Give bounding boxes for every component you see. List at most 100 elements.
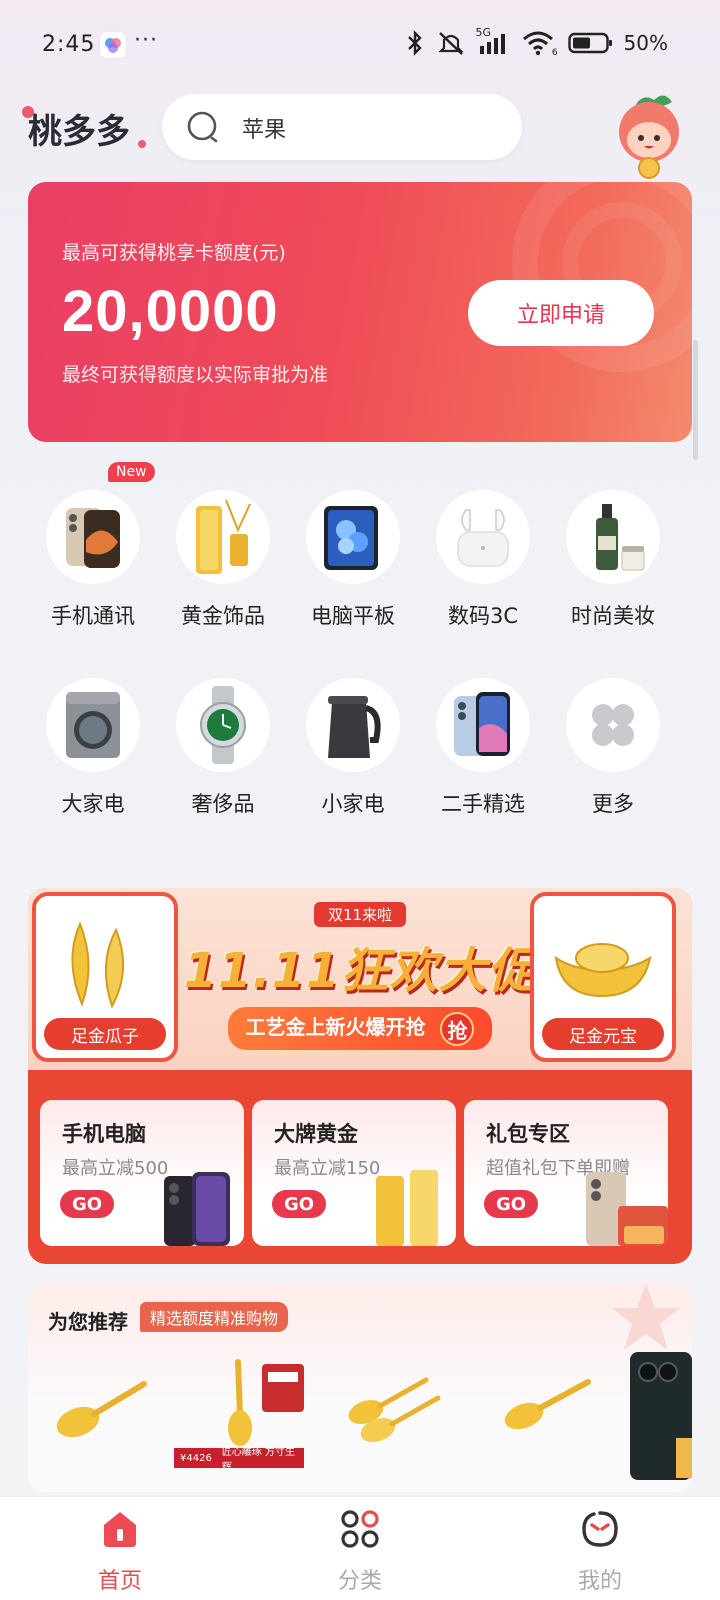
- promo-title-block: 双11来啦 11.11狂欢大促 工艺金上新火爆开抢 抢: [178, 902, 542, 1062]
- promo-subtitle-text: 工艺金上新火爆开抢: [245, 1015, 426, 1039]
- category-more[interactable]: 更多: [548, 678, 678, 818]
- deal-card-gifts[interactable]: 礼包专区 超值礼包下单即赠 GO: [464, 1100, 668, 1246]
- double-11-promo: 双11来啦 11.11狂欢大促 工艺金上新火爆开抢 抢 足金瓜子 足金元宝 手机…: [28, 888, 692, 1264]
- gold-seed-product[interactable]: 足金瓜子: [32, 892, 178, 1062]
- category-beauty[interactable]: 时尚美妆: [548, 490, 678, 630]
- signal-icon: [479, 34, 505, 54]
- go-button[interactable]: GO: [60, 1190, 114, 1218]
- nav-category[interactable]: 分类: [240, 1497, 480, 1600]
- product-card[interactable]: ¥4426 匠心雕琢 方寸生辉: [174, 1352, 314, 1476]
- wifi-indicator: 6: [522, 30, 558, 58]
- kettle-icon: [306, 678, 400, 772]
- nav-label: 我的: [577, 1569, 622, 1594]
- battery-percent: 50%: [623, 31, 668, 55]
- iphone-icon: [436, 678, 530, 772]
- status-icons: 5G 6 50%: [404, 26, 668, 58]
- category-secondhand[interactable]: 二手精选: [418, 678, 548, 818]
- search-icon: [187, 111, 218, 143]
- cosmetics-icon: [566, 490, 660, 584]
- category-label: 数码3C: [447, 604, 519, 628]
- gold-spoon-icon: [504, 1379, 591, 1430]
- promo-tag: 双11来啦: [313, 902, 407, 927]
- gold-spoon-pair-icon: [348, 1377, 441, 1443]
- deal-subtitle: 最高立减500: [62, 1158, 169, 1179]
- recommend-title: 为您推荐: [48, 1310, 128, 1334]
- bottom-navigation: 首页 分类 我的: [0, 1496, 720, 1600]
- product-card[interactable]: [44, 1362, 164, 1470]
- product-card[interactable]: [336, 1362, 456, 1470]
- peach-mascot-icon[interactable]: [612, 90, 686, 180]
- credit-limit-label: 最高可获得桃享卡额度(元): [62, 242, 286, 264]
- gift-pack-icon: [586, 1172, 668, 1246]
- nav-label: 分类: [337, 1569, 382, 1594]
- category-digital[interactable]: 数码3C: [418, 490, 548, 630]
- network-type: 5G: [476, 26, 512, 56]
- category-large-appliances[interactable]: 大家电: [28, 678, 158, 818]
- gold-bar-product-icon: [376, 1170, 438, 1246]
- scrollbar[interactable]: [693, 340, 698, 460]
- star-decoration-icon: [612, 1284, 680, 1350]
- app-logo: 桃多多: [28, 112, 130, 152]
- category-small-appliances[interactable]: 小家电: [288, 678, 418, 818]
- recommendation-section: 为您推荐 精选额度精准购物 ¥4426 匠心雕琢 方寸生辉: [28, 1282, 692, 1492]
- product-banner-text: 匠心雕琢 方寸生辉: [221, 1447, 295, 1473]
- category-luxury[interactable]: 奢侈品: [158, 678, 288, 818]
- washing-machine-icon: [46, 678, 140, 772]
- deal-card-gold[interactable]: 大牌黄金 最高立减150 GO: [252, 1100, 456, 1246]
- deal-card-phones[interactable]: 手机电脑 最高立减500 GO: [40, 1100, 244, 1246]
- credit-limit-note: 最终可获得额度以实际审批为准: [62, 364, 329, 386]
- tablet-icon: [306, 490, 400, 584]
- promo-subtitle: 工艺金上新火爆开抢 抢: [227, 1007, 493, 1050]
- category-computers[interactable]: 电脑平板: [288, 490, 418, 630]
- home-icon: [104, 1512, 136, 1547]
- nav-label: 首页: [97, 1569, 142, 1594]
- phone-icon: [46, 490, 140, 584]
- credit-promo-card[interactable]: 最高可获得桃享卡额度(元) 20,0000 最终可获得额度以实际审批为准 立即申…: [28, 182, 692, 442]
- category-label: 小家电: [321, 792, 385, 816]
- go-button[interactable]: GO: [272, 1190, 326, 1218]
- wifi-icon: [522, 31, 553, 56]
- promo-banner[interactable]: 双11来啦 11.11狂欢大促 工艺金上新火爆开抢 抢 足金瓜子 足金元宝: [28, 888, 692, 1070]
- header: 桃多多 苹果: [0, 90, 720, 179]
- nav-profile[interactable]: 我的: [480, 1497, 720, 1600]
- search-value: 苹果: [242, 118, 287, 143]
- product-price-banner: ¥4426 匠心雕琢 方寸生辉: [174, 1447, 304, 1473]
- profile-icon: [582, 1511, 618, 1547]
- category-label: 二手精选: [441, 792, 525, 816]
- category-gold[interactable]: 黄金饰品: [158, 490, 288, 630]
- recommend-tag: 精选额度精准购物: [140, 1302, 289, 1332]
- grab-badge: 抢: [440, 1011, 475, 1046]
- more-grid-icon: [566, 678, 660, 772]
- gold-ingot-icon: [554, 943, 652, 998]
- app-notification-icon: [100, 32, 126, 58]
- category-phones[interactable]: New 手机通讯: [28, 462, 158, 630]
- gold-ingot-product[interactable]: 足金元宝: [530, 892, 676, 1062]
- category-label: 电脑平板: [311, 604, 395, 628]
- deal-title: 礼包专区: [486, 1122, 570, 1146]
- phone-product-icon: [164, 1172, 230, 1246]
- mute-icon: [437, 32, 464, 55]
- category-icon: [341, 1510, 379, 1548]
- gold-spoon-icon: [56, 1381, 147, 1438]
- gold-seed-icon: [71, 921, 125, 1009]
- credit-limit-amount: 20,0000: [62, 279, 279, 344]
- category-label: 大家电: [61, 792, 125, 816]
- product-card[interactable]: [626, 1348, 692, 1484]
- apply-now-button[interactable]: 立即申请: [468, 280, 654, 346]
- more-notifications-icon: ···: [134, 28, 158, 53]
- status-bar: 2:45 ··· 5G 6 50%: [0, 0, 720, 90]
- deal-subtitle: 最高立减150: [274, 1158, 381, 1179]
- promo-title: 11.11狂欢大促: [183, 943, 537, 999]
- category-label: 时尚美妆: [571, 604, 655, 628]
- deal-title: 大牌黄金: [274, 1122, 358, 1146]
- nav-home[interactable]: 首页: [0, 1497, 240, 1600]
- battery-icon: [567, 32, 612, 54]
- gold-spoon-gift-icon: [228, 1359, 304, 1446]
- logo-dot-decoration: [138, 140, 146, 148]
- watch-icon: [176, 678, 270, 772]
- earbuds-icon: [436, 490, 530, 584]
- search-input[interactable]: 苹果: [162, 94, 522, 160]
- go-button[interactable]: GO: [484, 1190, 538, 1218]
- new-badge: New: [108, 462, 155, 482]
- product-card[interactable]: [488, 1362, 608, 1470]
